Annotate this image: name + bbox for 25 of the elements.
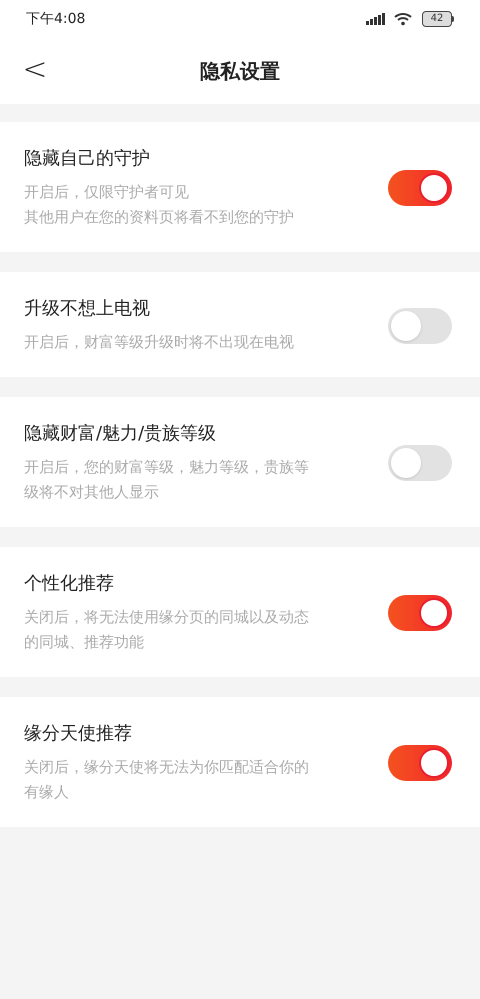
setting-title: 隐藏自己的守护 bbox=[24, 147, 151, 171]
battery-icon: 42 bbox=[422, 11, 454, 27]
setting-title: 个性化推荐 bbox=[24, 572, 115, 596]
toggle-switch[interactable] bbox=[388, 170, 452, 206]
setting-description: 其他用户在您的资料页将看不到您的守护 bbox=[24, 207, 294, 228]
setting-description: 开启后，财富等级升级时将不出现在电视 bbox=[24, 332, 294, 353]
setting-description: 级将不对其他人显示 bbox=[24, 482, 160, 503]
setting-title: 缘分天使推荐 bbox=[24, 722, 133, 746]
toggle-switch[interactable] bbox=[388, 745, 452, 781]
back-button[interactable]: < bbox=[20, 52, 50, 88]
toggle-switch[interactable] bbox=[388, 308, 452, 344]
setting-description: 关闭后，将无法使用缘分页的同城以及动态 bbox=[24, 607, 309, 628]
setting-description: 开启后，您的财富等级，魅力等级，贵族等 bbox=[24, 457, 309, 478]
setting-title: 升级不想上电视 bbox=[24, 297, 151, 321]
signal-icon bbox=[366, 12, 386, 26]
setting-description: 关闭后，缘分天使将无法为你匹配适合你的 bbox=[24, 757, 309, 778]
setting-description: 开启后，仅限守护者可见 bbox=[24, 182, 190, 203]
setting-description: 有缘人 bbox=[24, 782, 70, 803]
toggle-switch[interactable] bbox=[388, 595, 452, 631]
setting-description: 的同城、推荐功能 bbox=[24, 632, 145, 653]
status-time: 下午4:08 bbox=[26, 10, 86, 28]
wifi-icon bbox=[394, 12, 414, 26]
page-title: 隐私设置 bbox=[200, 58, 280, 85]
toggle-switch[interactable] bbox=[388, 445, 452, 481]
setting-title: 隐藏财富/魅力/贵族等级 bbox=[24, 422, 218, 446]
